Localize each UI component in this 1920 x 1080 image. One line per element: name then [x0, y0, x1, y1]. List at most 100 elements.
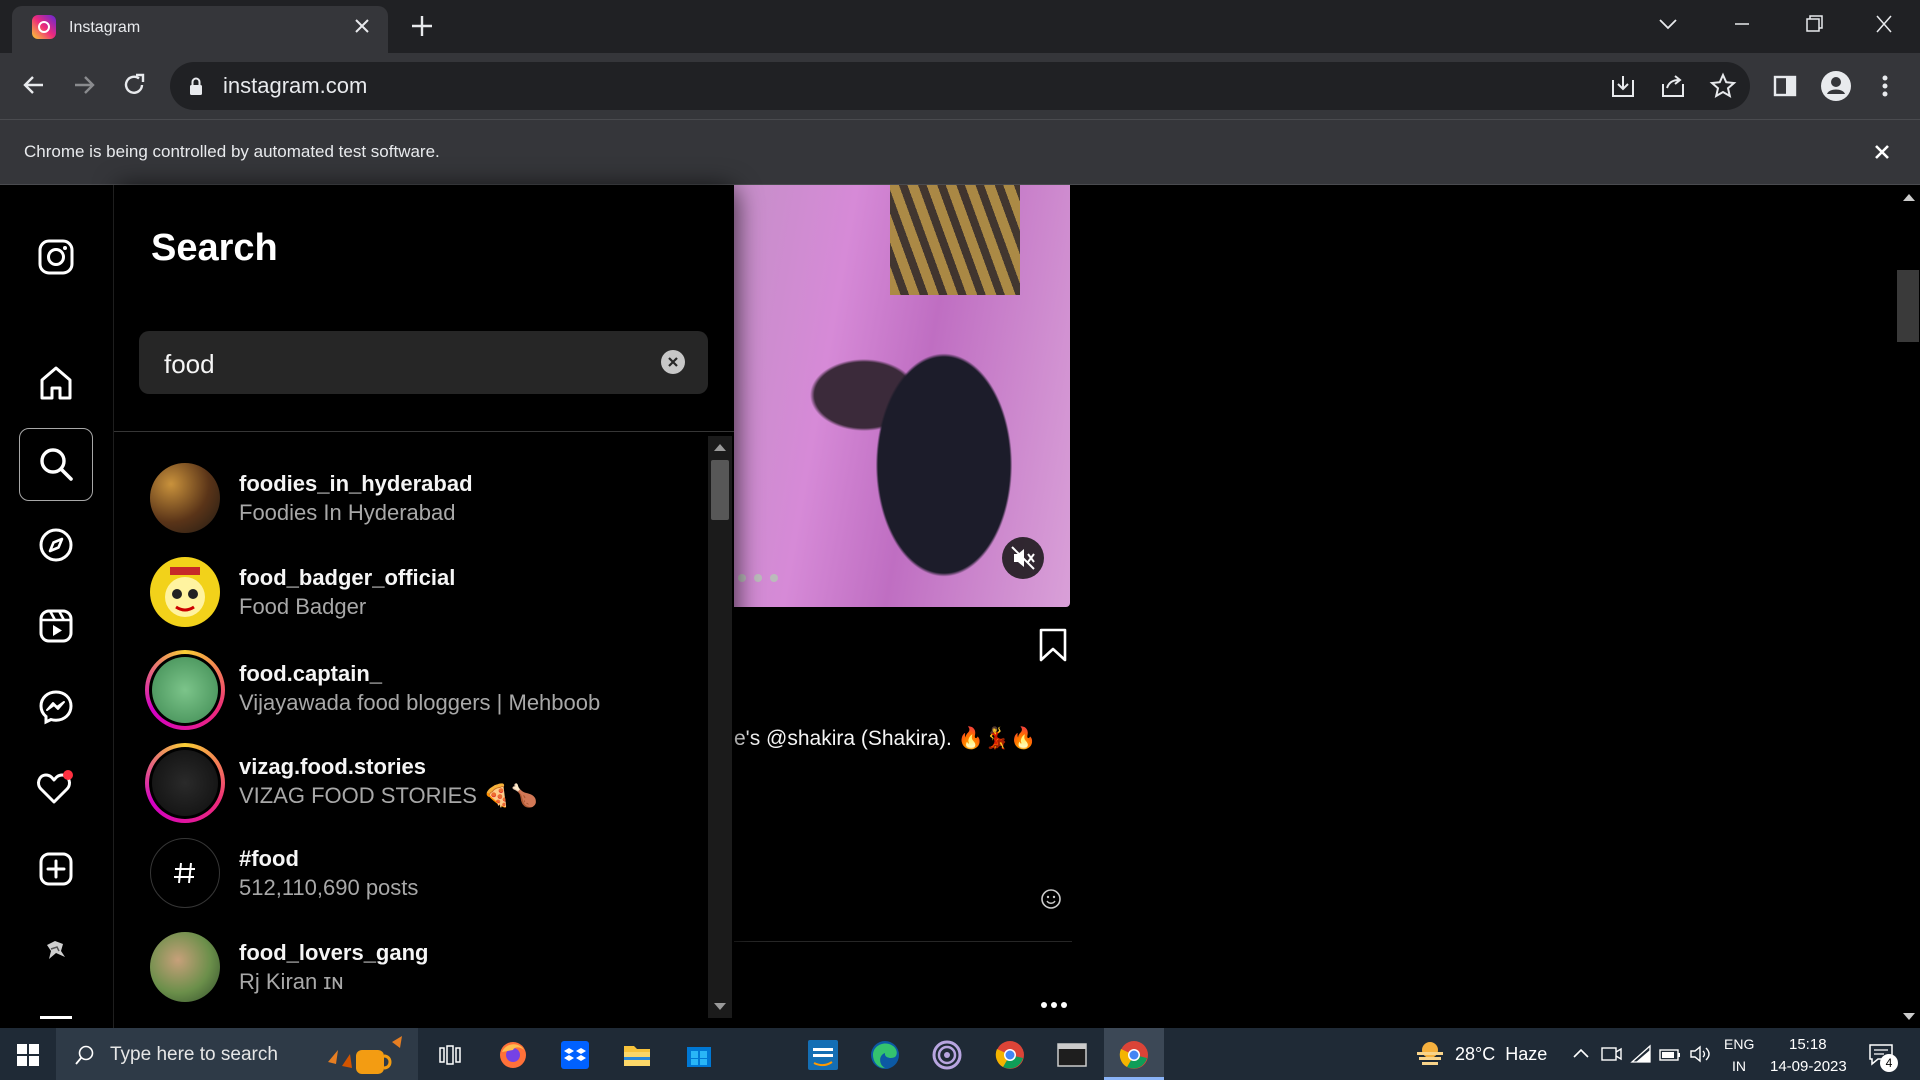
results-scroll-down-icon[interactable]: [713, 1002, 727, 1012]
lock-icon[interactable]: [187, 76, 205, 96]
profile-avatar-icon[interactable]: [1820, 70, 1852, 102]
post-video-background: [890, 185, 1020, 295]
search-input-value[interactable]: food: [164, 349, 215, 380]
result-username: foodies_in_hyderabad: [239, 471, 473, 496]
tab-close-icon[interactable]: [350, 14, 374, 38]
autumn-tea-cup-icon: [322, 1032, 412, 1078]
infobar-message: Chrome is being controlled by automated …: [24, 142, 440, 161]
search-result-item[interactable]: food_lovers_gang Rj Kiran ɪɴ: [150, 932, 690, 1012]
explore-compass-icon[interactable]: [24, 513, 88, 577]
weather-haze-icon: [1414, 1040, 1446, 1066]
windows-start-icon[interactable]: [16, 1043, 40, 1067]
clear-search-icon[interactable]: [661, 350, 685, 374]
result-subtitle: VIZAG FOOD STORIES 🍕🍗: [239, 783, 538, 808]
kebab-menu-icon[interactable]: [1875, 72, 1895, 100]
chrome-active-icon[interactable]: [1114, 1035, 1154, 1075]
search-result-item[interactable]: food.captain_ Vijayawada food bloggers |…: [145, 650, 685, 730]
search-panel-title: Search: [151, 227, 278, 269]
save-post-icon[interactable]: [1038, 628, 1068, 662]
more-options-icon[interactable]: [1040, 1000, 1068, 1010]
taskbar-search-placeholder[interactable]: Type here to search: [110, 1044, 278, 1066]
result-avatar: [150, 463, 220, 533]
restore-button[interactable]: [1795, 10, 1831, 38]
result-subtitle: Vijayawada food bloggers | Mehboob: [239, 690, 601, 715]
taskbar-search-icon: [74, 1044, 96, 1066]
search-result-item[interactable]: food_badger_official Food Badger: [150, 557, 690, 637]
notifications-heart-icon[interactable]: [24, 756, 88, 820]
file-explorer-icon[interactable]: [617, 1035, 657, 1075]
search-icon[interactable]: [24, 432, 88, 496]
result-subtitle: 512,110,690 posts: [239, 875, 419, 900]
result-subtitle: Foodies In Hyderabad: [239, 500, 456, 525]
result-username: vizag.food.stories: [239, 754, 427, 779]
reels-icon[interactable]: [24, 594, 88, 658]
microsoft-store-icon[interactable]: [679, 1035, 719, 1075]
search-result-item[interactable]: vizag.food.stories VIZAG FOOD STORIES 🍕🍗: [145, 743, 685, 823]
edge-icon[interactable]: [865, 1035, 905, 1075]
minimize-button[interactable]: [1724, 10, 1760, 38]
result-username: food_lovers_gang: [239, 940, 429, 965]
prime-video-icon[interactable]: [803, 1035, 843, 1075]
emoji-icon[interactable]: [1040, 888, 1062, 910]
results-scrollbar-thumb[interactable]: [711, 460, 729, 520]
story-ring-avatar: [145, 650, 225, 730]
wifi-icon[interactable]: [1630, 1044, 1652, 1064]
result-username: #food: [239, 846, 299, 871]
create-post-icon[interactable]: [24, 837, 88, 901]
page-scrollbar-thumb[interactable]: [1897, 270, 1919, 342]
close-window-button[interactable]: [1866, 10, 1902, 38]
more-menu-icon[interactable]: [40, 1016, 72, 1019]
volume-icon[interactable]: [1688, 1044, 1712, 1064]
result-username: food.captain_: [239, 661, 383, 686]
messenger-icon[interactable]: [24, 675, 88, 739]
search-input[interactable]: [139, 331, 708, 394]
new-tab-button[interactable]: [408, 12, 436, 40]
clock-date[interactable]: 14-09-2023: [1770, 1058, 1847, 1075]
url-text[interactable]: instagram.com: [223, 73, 367, 99]
infobar-close-icon[interactable]: [1870, 140, 1894, 164]
dropbox-icon[interactable]: [555, 1035, 595, 1075]
side-panel-icon[interactable]: [1771, 72, 1799, 100]
language-indicator[interactable]: ENG: [1724, 1036, 1754, 1052]
task-view-icon[interactable]: [430, 1035, 470, 1075]
result-subtitle: Rj Kiran ɪɴ: [239, 969, 344, 994]
battery-icon[interactable]: [1658, 1046, 1682, 1062]
scroll-down-arrow-icon[interactable]: [1902, 1012, 1916, 1022]
tab-search-chevron-icon[interactable]: [1650, 10, 1686, 38]
story-ring-avatar: [145, 743, 225, 823]
scroll-up-arrow-icon[interactable]: [1902, 192, 1916, 202]
firefox-icon[interactable]: [493, 1035, 533, 1075]
search-panel-divider: [114, 431, 734, 432]
reload-icon[interactable]: [117, 68, 151, 102]
instagram-logo-icon[interactable]: [24, 225, 88, 289]
hashtag-icon: [150, 838, 220, 908]
terminal-icon[interactable]: [1052, 1035, 1092, 1075]
result-username: food_badger_official: [239, 565, 456, 590]
language-region[interactable]: IN: [1732, 1058, 1746, 1074]
mute-icon[interactable]: [1002, 537, 1044, 579]
results-scroll-up-icon[interactable]: [713, 442, 727, 452]
share-icon[interactable]: [1659, 72, 1687, 100]
post-divider: [734, 941, 1072, 942]
back-arrow-icon[interactable]: [17, 68, 51, 102]
result-avatar: [150, 932, 220, 1002]
address-bar[interactable]: [170, 62, 1750, 110]
tor-browser-icon[interactable]: [927, 1035, 967, 1075]
results-scrollbar[interactable]: [708, 436, 732, 1018]
carousel-dots: [738, 572, 782, 584]
install-app-icon[interactable]: [1609, 72, 1637, 100]
search-result-item[interactable]: foodies_in_hyderabad Foodies In Hyderaba…: [150, 463, 690, 543]
forward-arrow-icon[interactable]: [67, 68, 101, 102]
instagram-favicon-icon: [32, 15, 56, 39]
show-hidden-icons-chevron-icon[interactable]: [1572, 1046, 1590, 1060]
bookmark-star-icon[interactable]: [1709, 72, 1737, 100]
search-result-item[interactable]: #food 512,110,690 posts: [150, 838, 690, 918]
post-caption: e's @shakira (Shakira). 🔥💃🔥: [734, 727, 1037, 750]
profile-avatar[interactable]: [24, 918, 88, 982]
home-icon[interactable]: [24, 351, 88, 415]
clock-time[interactable]: 15:18: [1789, 1036, 1827, 1053]
tab-title: Instagram: [69, 19, 141, 36]
meet-now-icon[interactable]: [1600, 1044, 1622, 1064]
weather-text[interactable]: 28°C Haze: [1455, 1044, 1547, 1065]
chrome-icon[interactable]: [990, 1035, 1030, 1075]
